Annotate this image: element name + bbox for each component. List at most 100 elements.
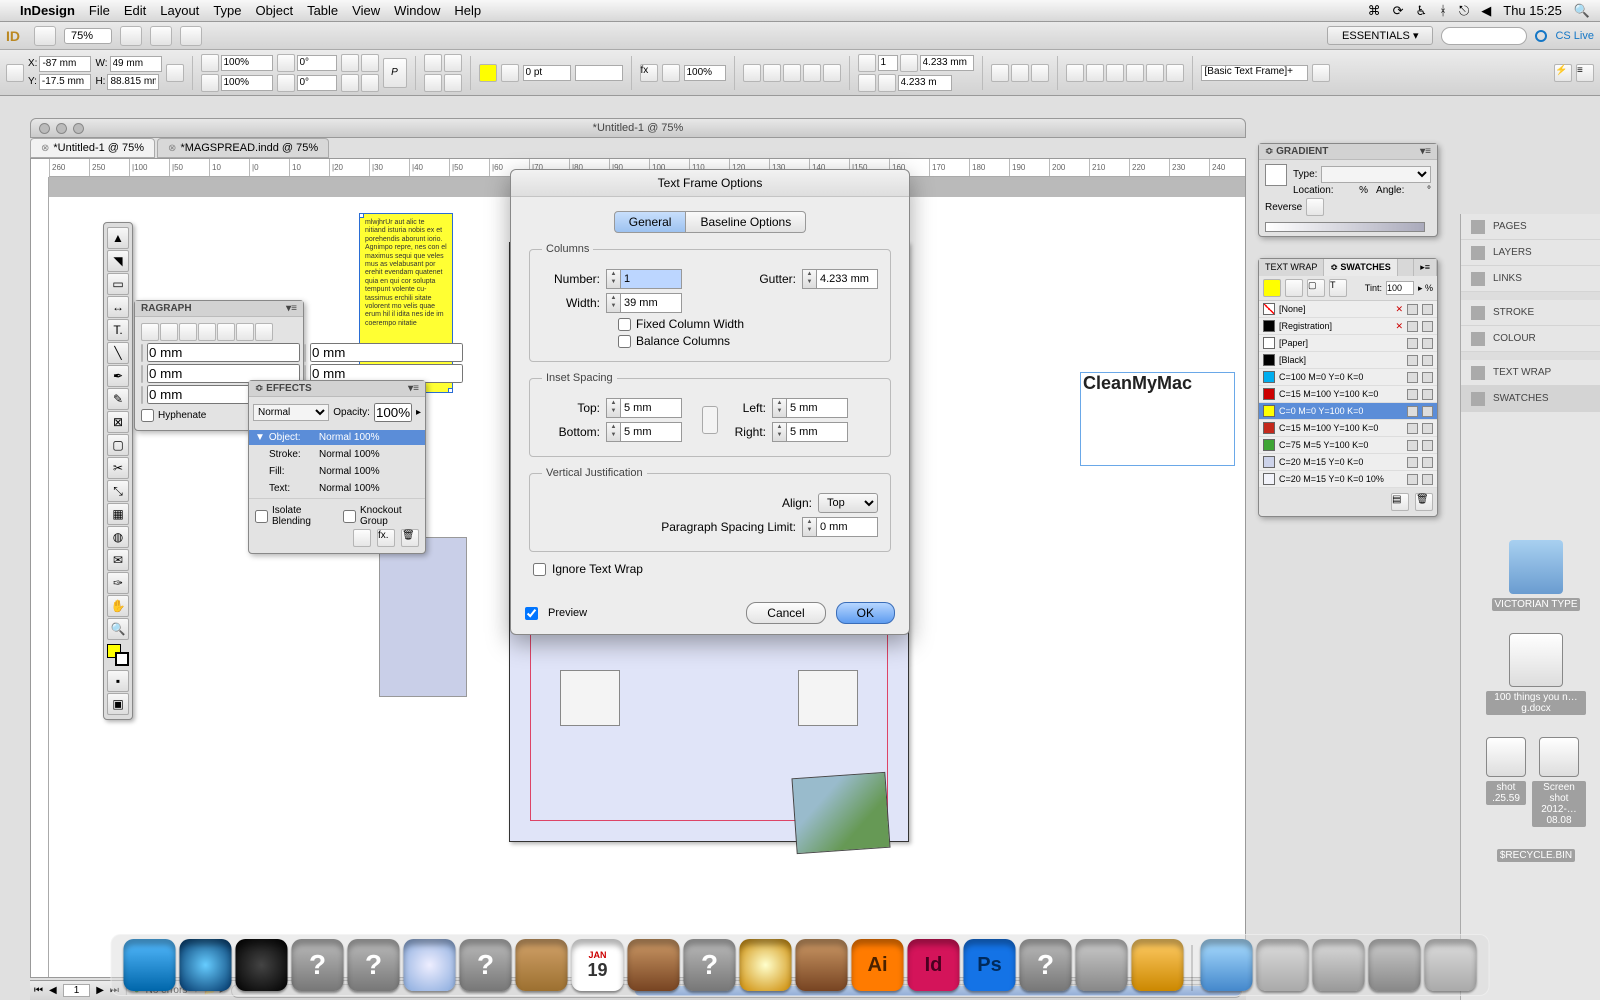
desktop-folder[interactable]: $RECYCLE.BIN — [1486, 849, 1586, 862]
eyedropper-tool[interactable]: ✑ — [107, 572, 129, 594]
indesign-icon[interactable]: Id — [908, 939, 960, 991]
fx-icon[interactable]: fx. — [377, 529, 395, 547]
textwrap-jump-icon[interactable] — [803, 64, 821, 82]
bridge-icon[interactable] — [34, 26, 56, 46]
gradient-preview-icon[interactable] — [1265, 164, 1287, 186]
delete-effect-icon[interactable]: 🗑 — [401, 529, 419, 547]
cslive-icon[interactable] — [1535, 30, 1547, 42]
flip-v-icon[interactable] — [361, 74, 379, 92]
textwrap-bbox-icon[interactable] — [763, 64, 781, 82]
select-prev-icon[interactable] — [424, 74, 442, 92]
w-field[interactable] — [110, 56, 162, 72]
fit-proportional-icon[interactable] — [1146, 64, 1164, 82]
justify-right-icon[interactable] — [236, 323, 254, 341]
dock-stack-icon[interactable] — [1369, 939, 1421, 991]
desktop-folder[interactable]: VICTORIAN TYPE — [1486, 540, 1586, 611]
text-frame[interactable]: CleanMyMac — [1080, 372, 1235, 466]
align-center-icon[interactable] — [160, 323, 178, 341]
gutter-field[interactable] — [920, 55, 974, 71]
ok-button[interactable]: OK — [836, 602, 895, 624]
dock-colour[interactable]: COLOUR — [1461, 326, 1600, 352]
tint-field[interactable] — [1386, 281, 1414, 295]
stepper-icon[interactable]: ▲▼ — [772, 398, 786, 418]
page-nav-prev-icon[interactable]: ◀ — [49, 985, 57, 996]
arrange-documents-icon[interactable] — [180, 26, 202, 46]
menu-view[interactable]: View — [352, 3, 380, 18]
selection-tool[interactable]: ▲ — [107, 227, 129, 249]
dock-folder-icon[interactable] — [1201, 939, 1253, 991]
unknown-app-icon[interactable]: ? — [348, 939, 400, 991]
select-container-icon[interactable] — [424, 54, 442, 72]
stroke-proxy-icon[interactable] — [1285, 279, 1303, 297]
balance-columns-checkbox[interactable] — [618, 335, 631, 348]
clear-effects-icon[interactable] — [353, 529, 371, 547]
timemachine-icon[interactable]: ⟳ — [1393, 3, 1404, 19]
dock-links[interactable]: LINKS — [1461, 266, 1600, 292]
pen-tool[interactable]: ✒ — [107, 365, 129, 387]
wifi-icon[interactable]: ⎋ — [1459, 3, 1469, 19]
fixed-column-width-checkbox[interactable] — [618, 318, 631, 331]
page-nav-first-icon[interactable]: ⏮ — [34, 985, 43, 996]
photoshop-icon[interactable]: Ps — [964, 939, 1016, 991]
rectangle-frame-tool[interactable]: ⊠ — [107, 411, 129, 433]
type-tool[interactable]: T. — [107, 319, 129, 341]
inset-right-field[interactable] — [786, 422, 848, 442]
ical-icon[interactable]: JAN19 — [572, 939, 624, 991]
page-nav-next-icon[interactable]: ▶ — [96, 985, 104, 996]
column-width-field[interactable] — [620, 293, 682, 313]
dock-stroke[interactable]: STROKE — [1461, 300, 1600, 326]
columns-field[interactable] — [878, 55, 898, 71]
tab-general[interactable]: General — [614, 211, 687, 233]
panel-menu-icon[interactable]: ▸≡ — [1414, 259, 1437, 276]
effects-target-row[interactable]: Fill:Normal 100% — [249, 464, 425, 479]
document-tab-active[interactable]: ⊗*Untitled-1 @ 75% — [30, 138, 155, 158]
unknown-app-icon[interactable]: ? — [292, 939, 344, 991]
rotate-cw-icon[interactable] — [341, 54, 359, 72]
app-menu[interactable]: InDesign — [20, 3, 75, 18]
inset-bottom-field[interactable] — [620, 422, 682, 442]
dock-stack-icon[interactable] — [1257, 939, 1309, 991]
isolate-blending-checkbox[interactable] — [255, 510, 268, 523]
panel-menu-icon[interactable]: ▾≡ — [1420, 146, 1431, 157]
swatch-item[interactable]: [Paper] — [1259, 335, 1437, 352]
bluetooth-icon[interactable]: ᚼ — [1439, 3, 1447, 18]
panel-menu-icon[interactable]: ▾≡ — [408, 383, 419, 394]
desktop-document[interactable]: 100 things you n…g.docx — [1486, 633, 1586, 715]
flip-h-icon[interactable] — [341, 74, 359, 92]
menubar-clock[interactable]: Thu 15:25 — [1503, 3, 1562, 18]
swatch-item[interactable]: C=20 M=15 Y=0 K=0 — [1259, 454, 1437, 471]
gap-tool[interactable]: ↔ — [107, 296, 129, 318]
dock-textwrap[interactable]: TEXT WRAP — [1461, 360, 1600, 386]
view-options-icon[interactable] — [120, 26, 142, 46]
effects-target-row[interactable]: Stroke:Normal 100% — [249, 447, 425, 462]
screen-mode-tool[interactable]: ▣ — [107, 693, 129, 715]
scalex-field[interactable] — [221, 55, 273, 71]
columns-number-field[interactable] — [620, 269, 682, 289]
free-transform-tool[interactable]: ⤡ — [107, 480, 129, 502]
systemprefs-icon[interactable] — [1076, 939, 1128, 991]
swatch-item[interactable]: C=15 M=100 Y=100 K=0 — [1259, 420, 1437, 437]
note-tool[interactable]: ✉ — [107, 549, 129, 571]
textwrap-jumpnext-icon[interactable] — [823, 64, 841, 82]
accessibility-icon[interactable]: ♿︎ — [1416, 3, 1428, 19]
align-right-icon[interactable] — [1031, 64, 1049, 82]
gradient-swatch-tool[interactable]: ▦ — [107, 503, 129, 525]
fill-proxy-icon[interactable] — [1263, 279, 1281, 297]
fill-frame-icon[interactable] — [1106, 64, 1124, 82]
autofit-icon[interactable] — [1166, 64, 1184, 82]
close-window-icon[interactable] — [39, 123, 50, 134]
stroke-weight-field[interactable] — [523, 65, 571, 81]
delete-swatch-icon[interactable]: 🗑 — [1415, 493, 1433, 511]
clear-overrides-icon[interactable] — [1312, 64, 1330, 82]
placed-graphic-frame[interactable] — [798, 670, 858, 726]
swatch-item[interactable]: [Registration]✕ — [1259, 318, 1437, 335]
opacity-field[interactable] — [374, 403, 412, 422]
swatches-tab[interactable]: ≎ SWATCHES — [1324, 259, 1397, 276]
app-icon[interactable] — [628, 939, 680, 991]
reference-point-icon[interactable] — [6, 64, 24, 82]
menu-layout[interactable]: Layout — [160, 3, 199, 18]
align-left-icon[interactable] — [991, 64, 1009, 82]
formatting-text-icon[interactable]: T — [1329, 279, 1347, 297]
swatch-item[interactable]: C=0 M=0 Y=100 K=0 — [1259, 403, 1437, 420]
menu-edit[interactable]: Edit — [124, 3, 146, 18]
